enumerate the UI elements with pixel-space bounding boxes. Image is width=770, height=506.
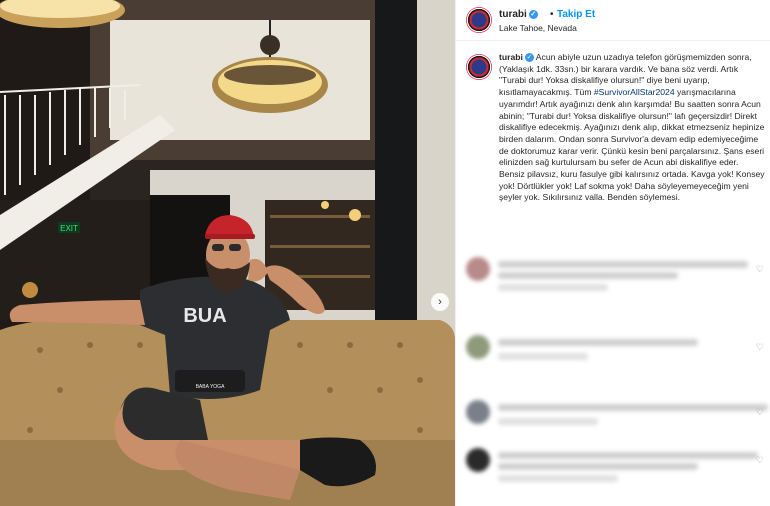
comment-avatar <box>466 257 490 281</box>
post-header: turabi ✓ • Takip Et Lake Tahoe, Nevada <box>456 0 770 41</box>
verified-badge-icon: ✓ <box>524 53 534 63</box>
photo-scene: EXIT BUA BABA YOGA <box>0 0 455 506</box>
separator-dot: • <box>550 9 554 20</box>
comment-avatar <box>466 335 490 359</box>
blurred-comment-text <box>498 261 748 268</box>
post-photo[interactable]: EXIT BUA BABA YOGA › <box>0 0 455 506</box>
comment-item: ♡ <box>466 400 768 440</box>
heart-icon[interactable]: ♡ <box>756 455 764 466</box>
caption-username[interactable]: turabi <box>499 52 523 62</box>
heart-icon[interactable]: ♡ <box>756 407 764 418</box>
blurred-comment-text <box>498 339 698 346</box>
comment-item: ♡ <box>466 335 766 375</box>
blurred-comment-meta <box>498 418 598 425</box>
hashtag-link[interactable]: #SurvivorAllStar2024 <box>594 87 675 97</box>
profile-username[interactable]: turabi ✓ <box>499 9 538 20</box>
comment-item: ♡ <box>466 448 766 488</box>
heart-icon[interactable]: ♡ <box>756 264 764 275</box>
heart-icon[interactable]: ♡ <box>756 342 764 353</box>
instagram-post: EXIT BUA BABA YOGA › turabi ✓ • Takip Et… <box>0 0 770 506</box>
comment-item: ♡ <box>466 257 766 297</box>
location-link[interactable]: Lake Tahoe, Nevada <box>499 23 577 33</box>
caption-text: turabi ✓ Acun abiyle uzun uzadıya telefon… <box>499 52 765 204</box>
username-text[interactable]: turabi <box>499 9 527 20</box>
comment-avatar <box>466 448 490 472</box>
blurred-comment-text <box>498 404 768 411</box>
carousel-next-button[interactable]: › <box>431 293 449 311</box>
blurred-comment-text <box>498 272 678 279</box>
post-side-panel: turabi ✓ • Takip Et Lake Tahoe, Nevada tu… <box>455 0 770 506</box>
profile-avatar[interactable] <box>466 7 492 33</box>
blurred-comment-text <box>498 463 698 470</box>
chevron-right-icon: › <box>438 296 442 308</box>
shorts-text: BABA YOGA <box>196 384 225 390</box>
verified-badge-icon: ✓ <box>528 9 538 19</box>
follow-button[interactable]: Takip Et <box>557 9 595 20</box>
blurred-comment-text <box>498 452 758 459</box>
comment-avatar <box>466 400 490 424</box>
blurred-comment-meta <box>498 353 588 360</box>
shirt-logo-text: BUA <box>183 305 226 327</box>
caption-avatar[interactable] <box>466 54 492 80</box>
caption-body-2: yarışmacılarına uyarımdır! Artık ayağını… <box>499 87 765 203</box>
blurred-comment-meta <box>498 475 618 482</box>
blurred-comment-meta <box>498 284 608 291</box>
exit-sign-text: EXIT <box>60 224 78 233</box>
